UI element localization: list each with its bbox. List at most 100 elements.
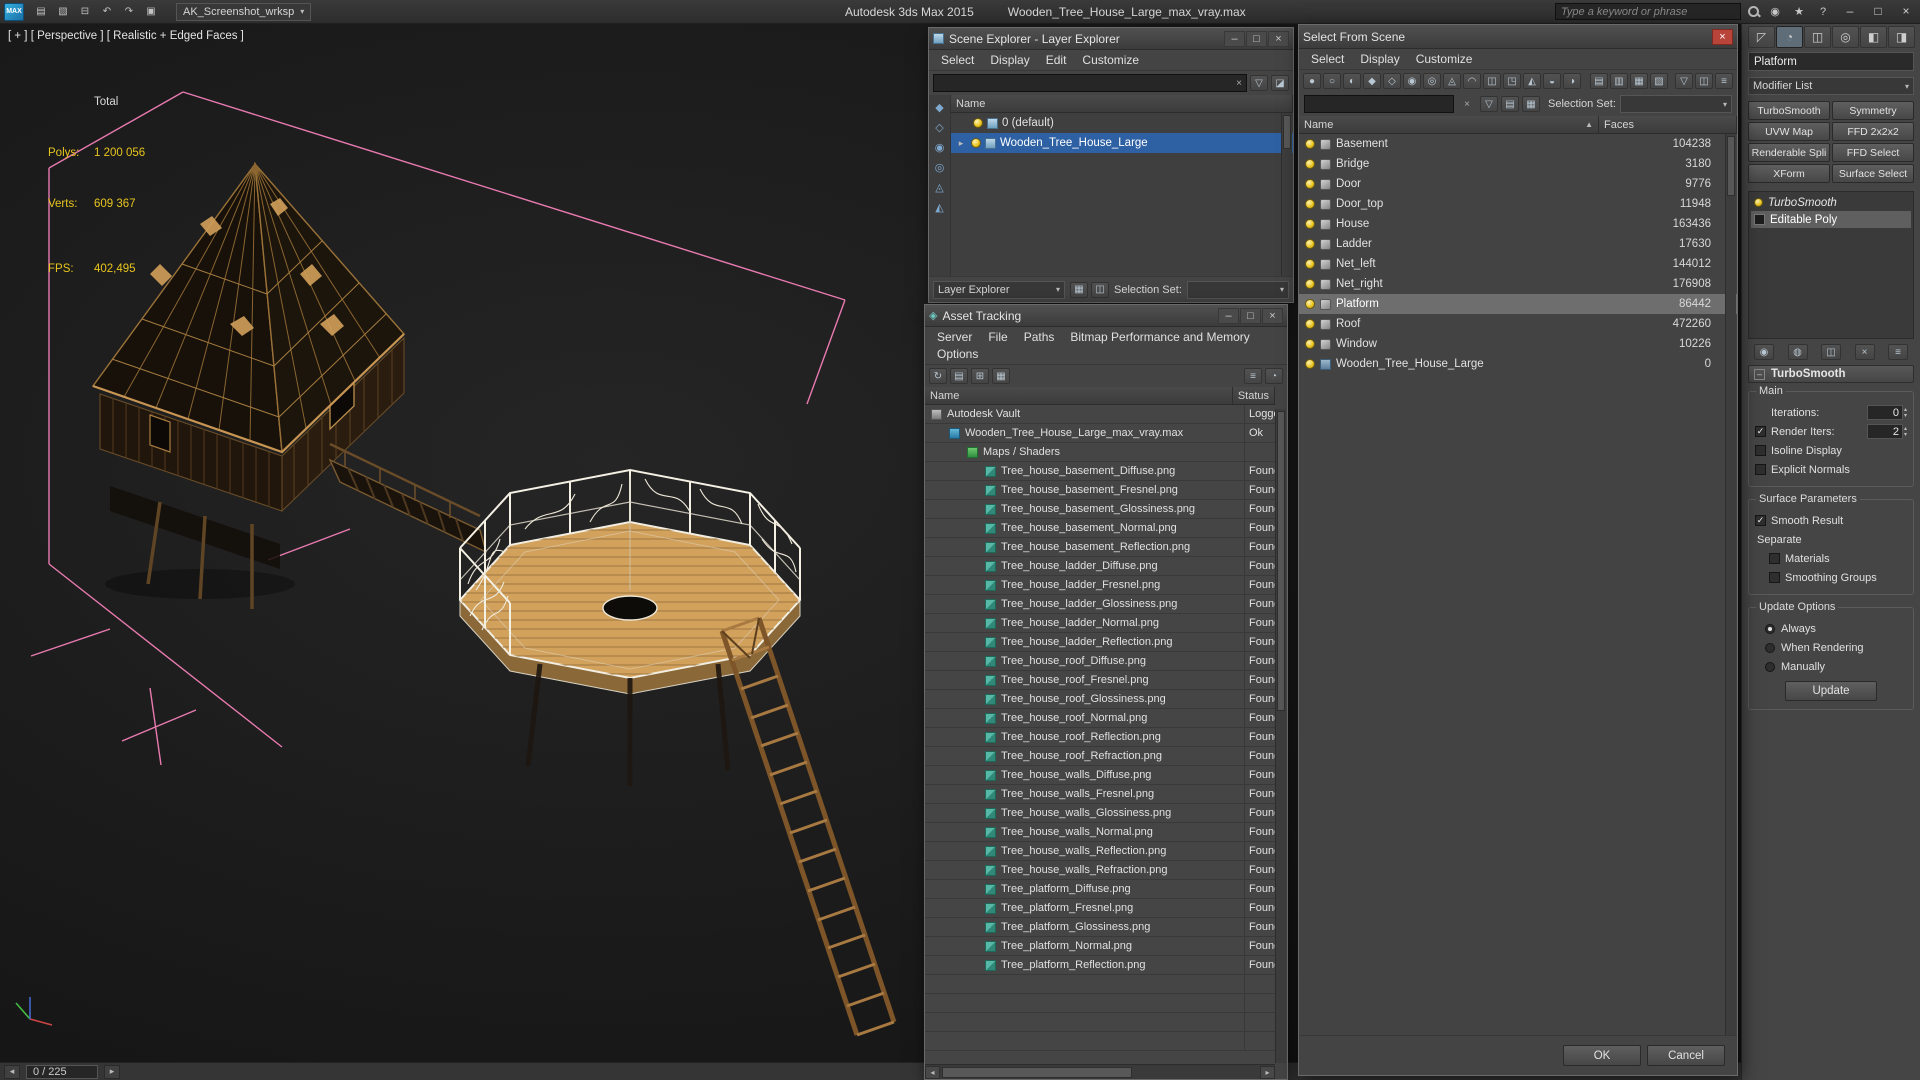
asset-row[interactable]: Tree_house_walls_Refraction.png Found (925, 861, 1275, 880)
menu-paths[interactable]: Paths (1016, 329, 1063, 345)
scene-object-row[interactable]: Net_right 176908 (1299, 274, 1737, 294)
asset-row[interactable]: Tree_house_ladder_Reflection.png Found (925, 633, 1275, 652)
vertical-scrollbar[interactable] (1281, 113, 1292, 276)
filter-cameras-icon[interactable]: ◎ (931, 159, 949, 175)
details-view-icon[interactable]: ▤ (950, 368, 968, 384)
sync-selection-icon[interactable]: ≡ (1715, 73, 1733, 89)
configure-modifier-sets-icon[interactable]: ≡ (1888, 344, 1908, 360)
filter-bones-icon[interactable]: ◭ (931, 199, 949, 215)
favorites-star-icon[interactable]: ★ (1790, 4, 1808, 20)
explicit-normals-checkbox[interactable] (1755, 464, 1766, 475)
minimize-button[interactable]: – (1224, 30, 1245, 47)
asset-row[interactable]: Tree_platform_Reflection.png Found (925, 956, 1275, 975)
vertical-scrollbar[interactable] (1725, 134, 1736, 1035)
modify-tab[interactable]: ◔ (1776, 26, 1803, 48)
view-detail-icon[interactable]: ▧ (1650, 73, 1668, 89)
scene-object-row[interactable]: Platform 86442 (1299, 294, 1737, 314)
asset-row[interactable]: Tree_house_roof_Fresnel.png Found (925, 671, 1275, 690)
modifier-button-ffd-select[interactable]: FFD Select (1832, 143, 1914, 162)
always-radio[interactable] (1765, 623, 1775, 634)
clear-search-icon[interactable]: × (1458, 96, 1476, 112)
minimize-button[interactable]: – (1836, 0, 1864, 22)
asset-row[interactable]: Tree_house_walls_Fresnel.png Found (925, 785, 1275, 804)
filter-lights-icon[interactable]: ◉ (1403, 73, 1421, 89)
view-list-icon[interactable]: ▤ (1590, 73, 1608, 89)
filter-helpers-icon[interactable]: ◬ (1443, 73, 1461, 89)
menu-edit[interactable]: Edit (1038, 52, 1075, 68)
visibility-bulb-icon[interactable] (1305, 159, 1315, 169)
communication-center-icon[interactable]: ◉ (1766, 4, 1784, 20)
previous-frame-button[interactable]: ◂ (4, 1064, 20, 1079)
turbosmooth-rollout-header[interactable]: – TurboSmooth (1748, 365, 1914, 383)
asset-row[interactable]: Tree_house_roof_Refraction.png Found (925, 747, 1275, 766)
spin-down-icon[interactable]: ▾ (1904, 432, 1907, 438)
asset-row[interactable]: Tree_house_walls_Diffuse.png Found (925, 766, 1275, 785)
max-logo[interactable]: MAX (4, 2, 24, 21)
thumbnail-view-icon[interactable]: ▦ (992, 368, 1010, 384)
filter-spacewarps-icon[interactable]: ◠ (1463, 73, 1481, 89)
menu-file[interactable]: File (980, 329, 1015, 345)
render-iters-value[interactable]: 2 (1866, 424, 1903, 439)
modifier-button-symmetry[interactable]: Symmetry (1832, 101, 1914, 120)
scene-object-row[interactable]: Net_left 144012 (1299, 254, 1737, 274)
maximize-button[interactable]: □ (1246, 30, 1267, 47)
iterations-spinner[interactable]: 0 ▴ ▾ (1866, 405, 1907, 420)
asset-row[interactable]: Tree_house_walls_Normal.png Found (925, 823, 1275, 842)
asset-row[interactable]: Tree_house_basement_Fresnel.png Found (925, 481, 1275, 500)
menu-server[interactable]: Server (929, 329, 980, 345)
stack-item-turbosmooth[interactable]: TurboSmooth (1751, 194, 1911, 211)
scroll-left-icon[interactable]: ◂ (925, 1065, 940, 1079)
close-button[interactable]: × (1712, 28, 1733, 45)
asset-row[interactable]: Tree_house_ladder_Glossiness.png Found (925, 595, 1275, 614)
maximize-button[interactable]: □ (1864, 0, 1892, 22)
scene-object-row[interactable]: Wooden_Tree_House_Large 0 (1299, 354, 1737, 374)
save-file-icon[interactable]: ⊟ (76, 4, 94, 20)
asset-row[interactable]: Tree_house_ladder_Normal.png Found (925, 614, 1275, 633)
close-button[interactable]: × (1262, 307, 1283, 324)
asset-row[interactable]: Tree_platform_Fresnel.png Found (925, 899, 1275, 918)
modifier-button-renderable-spli[interactable]: Renderable Spli (1748, 143, 1830, 162)
name-column-header[interactable]: Name (951, 95, 1293, 112)
vertical-scrollbar[interactable] (1275, 409, 1286, 1063)
minimize-button[interactable]: – (1218, 307, 1239, 324)
highlight-icon[interactable]: ≡ (1244, 368, 1262, 384)
filter-bones-icon[interactable]: ◭ (1523, 73, 1541, 89)
asset-tracking-titlebar[interactable]: ◈ Asset Tracking – □ × (925, 305, 1287, 327)
scene-explorer-titlebar[interactable]: Scene Explorer - Layer Explorer – □ × (929, 28, 1293, 50)
explorer-mode-dropdown[interactable]: Layer Explorer ▾ (933, 280, 1065, 299)
view-columns-icon[interactable]: ▥ (1610, 73, 1628, 89)
project-folder-icon[interactable]: ▣ (142, 4, 160, 20)
scene-object-row[interactable]: Roof 472260 (1299, 314, 1737, 334)
asset-row[interactable]: Tree_house_ladder_Diffuse.png Found (925, 557, 1275, 576)
name-column-header[interactable]: Name (925, 387, 1233, 404)
make-unique-icon[interactable]: ◫ (1821, 344, 1841, 360)
asset-row[interactable]: Tree_house_ladder_Fresnel.png Found (925, 576, 1275, 595)
asset-row[interactable]: Tree_house_basement_Diffuse.png Found (925, 462, 1275, 481)
menu-display[interactable]: Display (1352, 51, 1407, 67)
layer-row-wooden-tree-house[interactable]: ▸ Wooden_Tree_House_Large (951, 133, 1293, 153)
asset-row[interactable]: Tree_house_basement_Reflection.png Found (925, 538, 1275, 557)
visibility-bulb-icon[interactable] (1305, 199, 1315, 209)
asset-row[interactable]: Tree_house_basement_Glossiness.png Found (925, 500, 1275, 519)
filter-helpers-icon[interactable]: ◬ (931, 179, 949, 195)
materials-checkbox[interactable] (1769, 553, 1780, 564)
modifier-button-xform[interactable]: XForm (1748, 164, 1830, 183)
render-iters-checkbox[interactable]: ✓ (1755, 426, 1766, 437)
motion-tab[interactable]: ◎ (1832, 26, 1859, 48)
menu-options[interactable]: Options (929, 346, 986, 362)
object-name-field[interactable]: Platform (1748, 52, 1914, 71)
asset-row[interactable]: Tree_house_roof_Diffuse.png Found (925, 652, 1275, 671)
visibility-bulb-icon[interactable] (1305, 319, 1315, 329)
grid-columns-icon[interactable]: ▦ (1522, 96, 1540, 112)
filter-groups-icon[interactable]: ◫ (1483, 73, 1501, 89)
view-tree-icon[interactable]: ▦ (1630, 73, 1648, 89)
asset-row[interactable]: Autodesk Vault Logged (925, 405, 1275, 424)
selection-set-dropdown[interactable]: ▾ (1186, 280, 1289, 299)
filter-cameras-icon[interactable]: ◎ (1423, 73, 1441, 89)
filter-combinations-icon[interactable]: ▽ (1675, 73, 1693, 89)
filter-frozen-icon[interactable]: ◒ (1543, 73, 1561, 89)
manually-radio[interactable] (1765, 661, 1775, 672)
find-options-icon[interactable]: ▽ (1480, 96, 1498, 112)
clear-search-icon[interactable]: × (1236, 78, 1242, 89)
ok-button[interactable]: OK (1563, 1045, 1641, 1066)
